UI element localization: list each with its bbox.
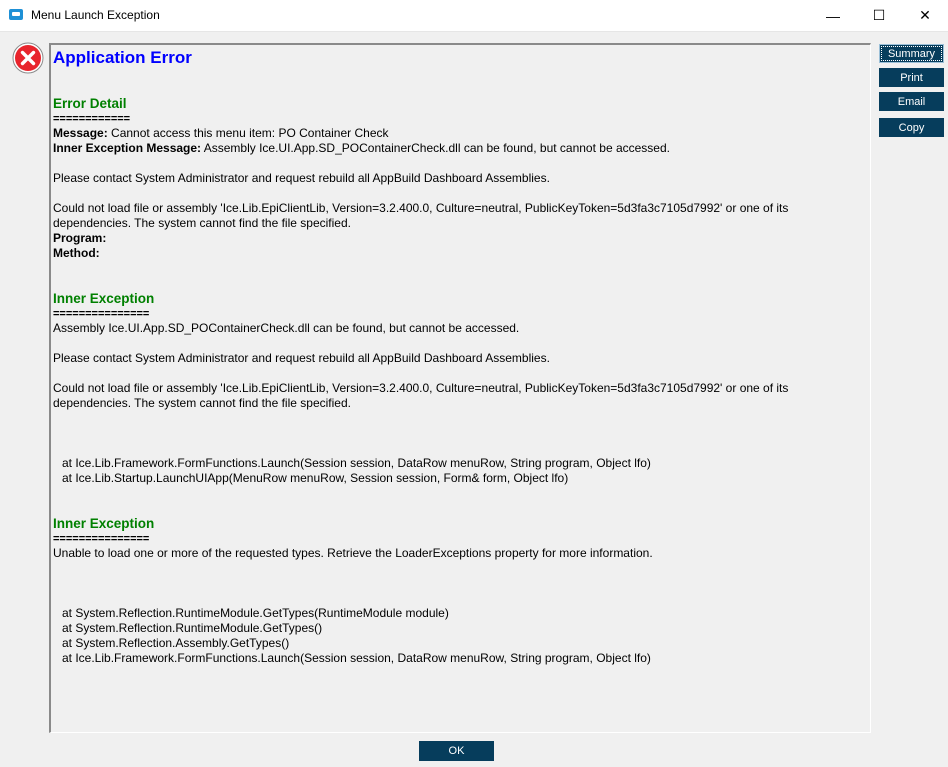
maximize-button[interactable]: ☐ bbox=[856, 0, 902, 31]
print-button[interactable]: Print bbox=[879, 68, 944, 87]
separator: ============ bbox=[53, 113, 131, 125]
close-button[interactable]: ✕ bbox=[902, 0, 948, 31]
contact-admin-text: Please contact System Administrator and … bbox=[53, 171, 550, 185]
inner-exception-heading-2: Inner Exception bbox=[53, 516, 155, 531]
message-label: Message: bbox=[53, 126, 108, 140]
application-error-heading: Application Error bbox=[53, 48, 192, 67]
inner-exception-1-contact: Please contact System Administrator and … bbox=[53, 351, 550, 365]
stack-frame: at System.Reflection.RuntimeModule.GetTy… bbox=[62, 606, 449, 620]
app-window-icon bbox=[9, 9, 23, 20]
inner-exception-heading-1: Inner Exception bbox=[53, 291, 155, 306]
ok-button[interactable]: OK bbox=[419, 741, 494, 761]
inner-exception-1-message: Assembly Ice.UI.App.SD_POContainerCheck.… bbox=[53, 321, 520, 335]
error-circle-x-icon bbox=[12, 42, 44, 74]
method-label: Method: bbox=[53, 246, 100, 260]
inner-exception-1-load-failure-2: dependencies. The system cannot find the… bbox=[53, 396, 351, 410]
error-detail-heading: Error Detail bbox=[53, 96, 127, 111]
stack-trace-2: at System.Reflection.RuntimeModule.GetTy… bbox=[53, 606, 870, 666]
stack-frame: at Ice.Lib.Framework.FormFunctions.Launc… bbox=[62, 456, 651, 470]
stack-frame: at System.Reflection.Assembly.GetTypes() bbox=[62, 636, 290, 650]
inner-exception-message-line: Inner Exception Message: Assembly Ice.UI… bbox=[53, 141, 870, 156]
inner-exception-2-message: Unable to load one or more of the reques… bbox=[53, 546, 653, 560]
summary-button[interactable]: Summary bbox=[879, 44, 944, 63]
window-title: Menu Launch Exception bbox=[31, 8, 160, 22]
stack-frame: at Ice.Lib.Startup.LaunchUIApp(MenuRow m… bbox=[62, 471, 569, 485]
maximize-icon: ☐ bbox=[872, 7, 886, 23]
load-failure-text-2: dependencies. The system cannot find the… bbox=[53, 216, 351, 230]
minimize-button[interactable]: — bbox=[810, 0, 856, 31]
close-icon: ✕ bbox=[919, 7, 931, 23]
stack-frame: at Ice.Lib.Framework.FormFunctions.Launc… bbox=[62, 651, 651, 665]
program-label: Program: bbox=[53, 231, 107, 245]
inner-exception-message-text: Assembly Ice.UI.App.SD_POContainerCheck.… bbox=[201, 141, 670, 155]
title-bar: Menu Launch Exception — ☐ ✕ bbox=[0, 0, 948, 32]
email-button[interactable]: Email bbox=[879, 92, 944, 111]
stack-trace-1: at Ice.Lib.Framework.FormFunctions.Launc… bbox=[53, 456, 870, 486]
separator: =============== bbox=[53, 533, 150, 545]
message-line: Message: Cannot access this menu item: P… bbox=[53, 126, 870, 141]
copy-button[interactable]: Copy bbox=[879, 118, 944, 137]
load-failure-text-1: Could not load file or assembly 'Ice.Lib… bbox=[53, 201, 789, 215]
separator: =============== bbox=[53, 308, 150, 320]
inner-exception-1-load-failure-1: Could not load file or assembly 'Ice.Lib… bbox=[53, 381, 789, 395]
message-text: Cannot access this menu item: PO Contain… bbox=[107, 126, 389, 140]
inner-exception-message-label: Inner Exception Message: bbox=[53, 141, 202, 155]
minimize-icon: — bbox=[826, 7, 840, 24]
error-details-panel[interactable]: Application Error Error Detail =========… bbox=[49, 43, 871, 733]
stack-frame: at System.Reflection.RuntimeModule.GetTy… bbox=[62, 621, 323, 635]
